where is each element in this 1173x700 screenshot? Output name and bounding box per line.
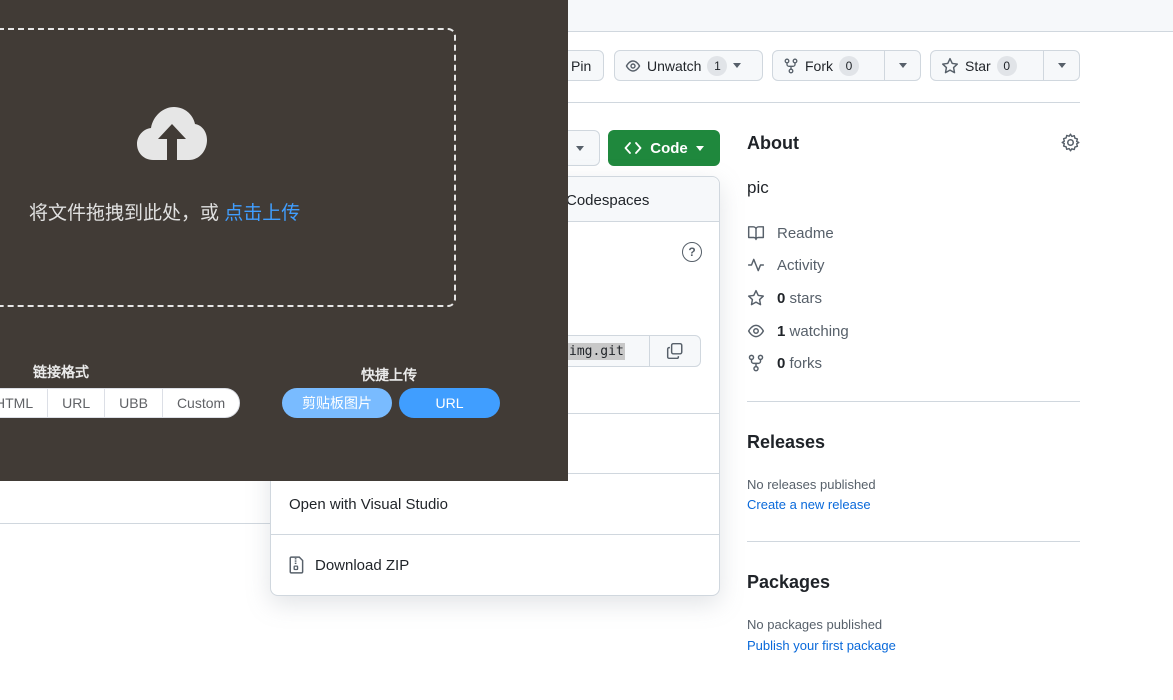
activity-label: Activity — [777, 256, 825, 274]
eye-icon — [625, 59, 641, 72]
sidebar-divider — [747, 541, 1080, 542]
code-button[interactable]: Code — [608, 130, 720, 166]
stars-count: 0 — [777, 289, 786, 307]
link-format-group: HTML URL UBB Custom — [0, 388, 241, 418]
pulse-icon — [748, 258, 764, 272]
link-format-label: 链接格式 — [33, 364, 89, 380]
file-list-divider — [0, 523, 270, 524]
star-icon — [941, 57, 959, 73]
header-divider — [560, 102, 1080, 103]
forks-count: 0 — [777, 354, 786, 372]
code-button-label: Code — [650, 139, 688, 157]
star-counter: 0 — [996, 55, 1017, 76]
cloud-upload-icon — [136, 106, 208, 167]
clone-url-text: img.git — [568, 342, 625, 360]
open-visual-studio-item[interactable]: Open with Visual Studio — [289, 496, 448, 513]
forks-label: forks — [789, 354, 823, 372]
star-icon — [747, 289, 765, 306]
upload-panel: 将文件拖拽到此处，或 点击上传 链接格式 快捷上传 HTML URL UBB C… — [0, 0, 568, 481]
star-button[interactable]: Star 0 — [930, 50, 1080, 81]
file-zip-icon — [289, 556, 304, 574]
chevron-down-icon — [695, 145, 704, 151]
open-visual-studio-label: Open with Visual Studio — [289, 496, 448, 513]
chevron-down-icon — [1057, 63, 1066, 68]
publish-package-link[interactable]: Publish your first package — [747, 638, 896, 653]
dropzone-hint: 将文件拖拽到此处，或 点击上传 — [29, 198, 300, 225]
book-icon — [747, 226, 765, 241]
quick-upload-label: 快捷上传 — [361, 367, 417, 383]
packages-empty-text: No packages published — [747, 617, 883, 632]
chevron-down-icon — [733, 63, 742, 68]
watching-link[interactable]: 1 watching — [747, 322, 849, 340]
eye-icon — [747, 324, 765, 338]
repo-description: pic — [747, 178, 769, 197]
fork-dropdown-toggle[interactable] — [884, 51, 920, 80]
clipboard-upload-button[interactable]: 剪贴板图片 — [282, 388, 392, 418]
about-heading: About — [747, 133, 799, 153]
activity-link[interactable]: Activity — [747, 256, 825, 274]
sidebar-divider — [747, 401, 1080, 402]
help-icon[interactable]: ? — [682, 242, 702, 262]
url-upload-button[interactable]: URL — [399, 388, 500, 418]
gear-icon — [1061, 133, 1080, 152]
star-dropdown-toggle[interactable] — [1043, 51, 1079, 80]
releases-empty-text: No releases published — [747, 477, 876, 492]
code-icon — [624, 142, 642, 154]
tab-codespaces[interactable]: Codespaces — [566, 192, 649, 209]
releases-heading[interactable]: Releases — [747, 432, 825, 453]
about-settings-button[interactable] — [1061, 133, 1080, 157]
stars-link[interactable]: 0 stars — [747, 289, 822, 307]
create-release-link[interactable]: Create a new release — [747, 497, 871, 512]
pin-label: Pin — [571, 57, 592, 74]
watch-counter: 1 — [707, 55, 728, 76]
readme-label: Readme — [777, 224, 834, 242]
format-url-radio[interactable]: URL — [48, 389, 106, 417]
fork-icon — [784, 58, 798, 73]
chevron-down-icon — [898, 63, 907, 68]
dropdown-divider — [271, 534, 719, 535]
upload-dropzone[interactable] — [0, 28, 456, 307]
fork-counter: 0 — [839, 55, 859, 76]
stars-label: stars — [789, 289, 823, 307]
packages-heading[interactable]: Packages — [747, 572, 830, 593]
unwatch-label: Unwatch — [647, 57, 702, 74]
format-custom-radio[interactable]: Custom — [163, 389, 239, 417]
dropzone-hint-text: 将文件拖拽到此处，或 — [29, 203, 225, 224]
fork-label: Fork — [805, 57, 833, 74]
chevron-down-icon — [575, 145, 584, 151]
download-zip-label: Download ZIP — [315, 556, 410, 574]
forks-link[interactable]: 0 forks — [747, 354, 822, 372]
watching-label: watching — [789, 322, 849, 340]
copy-url-button[interactable] — [649, 335, 701, 367]
readme-link[interactable]: Readme — [747, 224, 834, 242]
format-ubb-radio[interactable]: UBB — [105, 389, 163, 417]
unwatch-button[interactable]: Unwatch 1 — [614, 50, 763, 81]
watching-count: 1 — [777, 322, 786, 340]
fork-icon — [748, 354, 764, 372]
star-label: Star — [965, 57, 991, 74]
fork-button[interactable]: Fork 0 — [772, 50, 921, 81]
download-zip-item[interactable]: Download ZIP — [289, 556, 409, 574]
format-html-radio[interactable]: HTML — [0, 389, 49, 417]
copy-icon — [666, 342, 683, 360]
click-upload-link[interactable]: 点击上传 — [224, 203, 300, 224]
